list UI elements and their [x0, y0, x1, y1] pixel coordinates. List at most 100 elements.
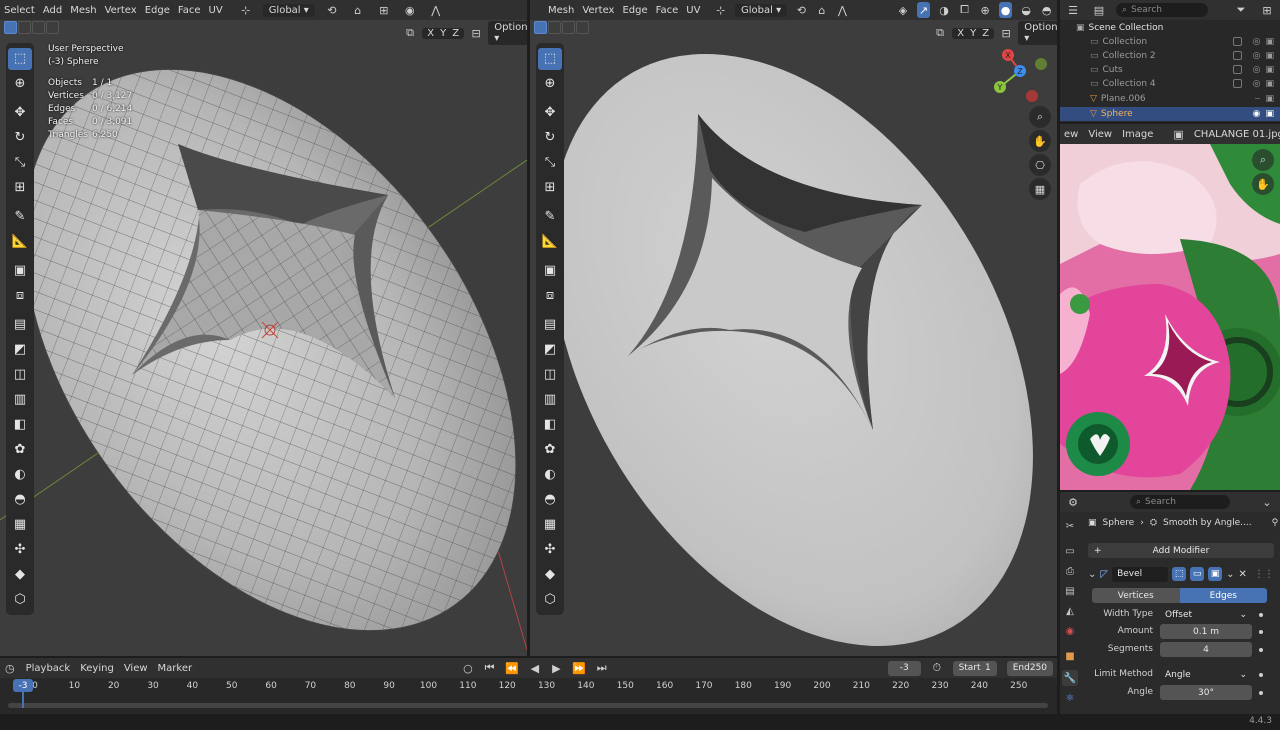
- image-menu-image[interactable]: Image: [1122, 129, 1153, 140]
- pin-icon[interactable]: ⚲: [1272, 518, 1279, 528]
- axis-y-toggle[interactable]: Y: [437, 28, 449, 39]
- render-icon[interactable]: ▣: [1265, 94, 1274, 104]
- view-object-types-icon[interactable]: ◈: [897, 2, 910, 18]
- select-box-tool-icon[interactable]: ⬚: [8, 47, 32, 70]
- auto-keying-icon[interactable]: ○: [462, 660, 474, 676]
- spin-tool-icon[interactable]: ✿: [538, 439, 562, 461]
- timeline-menu-keying[interactable]: Keying: [80, 663, 114, 674]
- segments-field[interactable]: 4: [1160, 642, 1252, 657]
- menu-face[interactable]: Face: [656, 5, 679, 16]
- shear-tool-icon[interactable]: ✣: [538, 539, 562, 561]
- modifier-name-field[interactable]: Bevel: [1112, 566, 1169, 582]
- play-icon[interactable]: ▶: [551, 660, 563, 676]
- limit-method-dropdown[interactable]: Angle ⌄: [1160, 667, 1252, 682]
- menu-select[interactable]: Select: [4, 5, 35, 16]
- amount-field[interactable]: 0.1 m: [1160, 624, 1252, 639]
- smooth-sphere[interactable]: [530, 20, 1057, 656]
- keyframe-dot-icon[interactable]: [1259, 613, 1263, 617]
- modifier-tab-icon[interactable]: 🔧: [1062, 670, 1078, 686]
- keyframe-dot-icon[interactable]: [1259, 648, 1263, 652]
- exclude-checkbox[interactable]: [1232, 65, 1242, 74]
- visibility-icon[interactable]: ◎: [1253, 51, 1261, 61]
- snap-icon[interactable]: ⌂: [349, 2, 367, 18]
- start-frame-field[interactable]: Start 1: [952, 660, 997, 676]
- jump-prev-key-icon[interactable]: ⏪: [505, 660, 519, 676]
- cube-tool-icon[interactable]: ⬡: [8, 589, 32, 611]
- timeline-editor-type-icon[interactable]: ◷: [4, 660, 16, 676]
- shear-tool-icon[interactable]: ✣: [8, 539, 32, 561]
- scene-tab-icon[interactable]: ◭: [1062, 603, 1078, 619]
- falloff-icon[interactable]: ⋀: [836, 2, 849, 18]
- new-collection-icon[interactable]: ⊞: [1258, 2, 1276, 18]
- jump-end-icon[interactable]: ⏭: [596, 660, 608, 676]
- keyframe-dot-icon[interactable]: [1259, 691, 1263, 695]
- outliner-item[interactable]: ▭ Cuts ◎ ▣: [1060, 63, 1280, 77]
- right-xyz-toggles[interactable]: X Y Z: [952, 27, 995, 39]
- menu-vertex[interactable]: Vertex: [105, 5, 137, 16]
- scale-tool-icon[interactable]: ⤡: [8, 152, 32, 174]
- left-options-dropdown[interactable]: Options ▾: [488, 21, 527, 45]
- camera-view-icon[interactable]: ⎔: [1029, 154, 1051, 176]
- add-cube-tool-icon[interactable]: ▣: [538, 260, 562, 282]
- render-icon[interactable]: ▣: [1265, 79, 1274, 89]
- scale-tool-icon[interactable]: ⤡: [538, 152, 562, 174]
- mirror-options-icon[interactable]: ⊟: [468, 25, 484, 41]
- drag-handle-icon[interactable]: ⋮⋮: [1254, 569, 1274, 580]
- timeline-menu-marker[interactable]: Marker: [158, 663, 193, 674]
- smooth-tool-icon[interactable]: ◐: [8, 464, 32, 486]
- mirror-icon[interactable]: ⧉: [402, 25, 418, 41]
- annotate-tool-icon[interactable]: ✎: [538, 206, 562, 228]
- rendered-shading-icon[interactable]: ◓: [1040, 2, 1053, 18]
- add-modifier-button[interactable]: + Add Modifier: [1088, 543, 1274, 558]
- play-reverse-icon[interactable]: ◀: [529, 660, 541, 676]
- right-options-dropdown[interactable]: Options ▾: [1018, 21, 1057, 45]
- axis-z-toggle[interactable]: Z: [979, 28, 992, 39]
- transform-tool-icon[interactable]: ⊞: [538, 177, 562, 199]
- left-viewport[interactable]: ⧉ X Y Z ⊟ Options ▾ User Perspective (-3…: [0, 20, 527, 656]
- angle-field[interactable]: 30°: [1160, 685, 1252, 700]
- filter-icon[interactable]: ⏷: [1232, 2, 1250, 18]
- viewport-toggle-icon[interactable]: ▭: [1190, 567, 1205, 581]
- properties-options-icon[interactable]: ⌄: [1258, 494, 1276, 510]
- properties-search-input[interactable]: ⌕ Search: [1130, 495, 1230, 509]
- transform-orientation-icon[interactable]: ⊹: [237, 2, 255, 18]
- edge-slide-tool-icon[interactable]: ◓: [8, 489, 32, 511]
- editor-type-icon[interactable]: ☰: [1064, 2, 1082, 18]
- move-tool-icon[interactable]: ✥: [8, 102, 32, 124]
- jump-start-icon[interactable]: ⏮: [484, 660, 496, 676]
- knife-tool-icon[interactable]: ▥: [8, 389, 32, 411]
- bevel-tool-icon[interactable]: ◩: [8, 339, 32, 361]
- pan-hand-icon[interactable]: ✋: [1029, 130, 1051, 152]
- image-browse-icon[interactable]: ▣: [1173, 126, 1183, 142]
- exclude-checkbox[interactable]: [1232, 37, 1242, 46]
- world-tab-icon[interactable]: ◉: [1062, 623, 1078, 639]
- menu-vertex[interactable]: Vertex: [582, 5, 614, 16]
- knife-tool-icon[interactable]: ▥: [538, 389, 562, 411]
- render-icon[interactable]: ▣: [1265, 109, 1274, 119]
- timeline-menu-view[interactable]: View: [124, 663, 148, 674]
- properties-editor-type-icon[interactable]: ⚙: [1064, 494, 1082, 510]
- axis-x-toggle[interactable]: X: [954, 28, 967, 39]
- shrink-tool-icon[interactable]: ▦: [8, 514, 32, 536]
- solid-shading-icon[interactable]: ●: [999, 2, 1012, 18]
- end-frame-field[interactable]: End 250: [1006, 660, 1054, 676]
- bevel-tool-icon[interactable]: ◩: [538, 339, 562, 361]
- render-icon[interactable]: ▣: [1265, 51, 1274, 61]
- snap-icon[interactable]: ⌂: [816, 2, 829, 18]
- outliner-item[interactable]: ▽ Plane.006 ⌣ ▣: [1060, 92, 1280, 106]
- keyframe-dot-icon[interactable]: [1259, 630, 1263, 634]
- visibility-icon[interactable]: ◎: [1253, 65, 1261, 75]
- move-tool-icon[interactable]: ✥: [538, 102, 562, 124]
- wireframe-shading-icon[interactable]: ⊕: [979, 2, 992, 18]
- axis-y-toggle[interactable]: Y: [967, 28, 979, 39]
- affect-vertices-tab[interactable]: Vertices: [1092, 588, 1180, 603]
- display-mode-icon[interactable]: ▤: [1090, 2, 1108, 18]
- visibility-icon[interactable]: ◎: [1253, 79, 1261, 89]
- keyframe-dot-icon[interactable]: [1259, 673, 1263, 677]
- xray-toggle-icon[interactable]: ⧠: [958, 2, 971, 18]
- view-layer-tab-icon[interactable]: ▤: [1062, 583, 1078, 599]
- edge-slide-tool-icon[interactable]: ◓: [538, 489, 562, 511]
- proportional-edit-icon[interactable]: ◉: [401, 2, 419, 18]
- menu-face[interactable]: Face: [178, 5, 201, 16]
- select-mode-buttons[interactable]: [534, 21, 589, 34]
